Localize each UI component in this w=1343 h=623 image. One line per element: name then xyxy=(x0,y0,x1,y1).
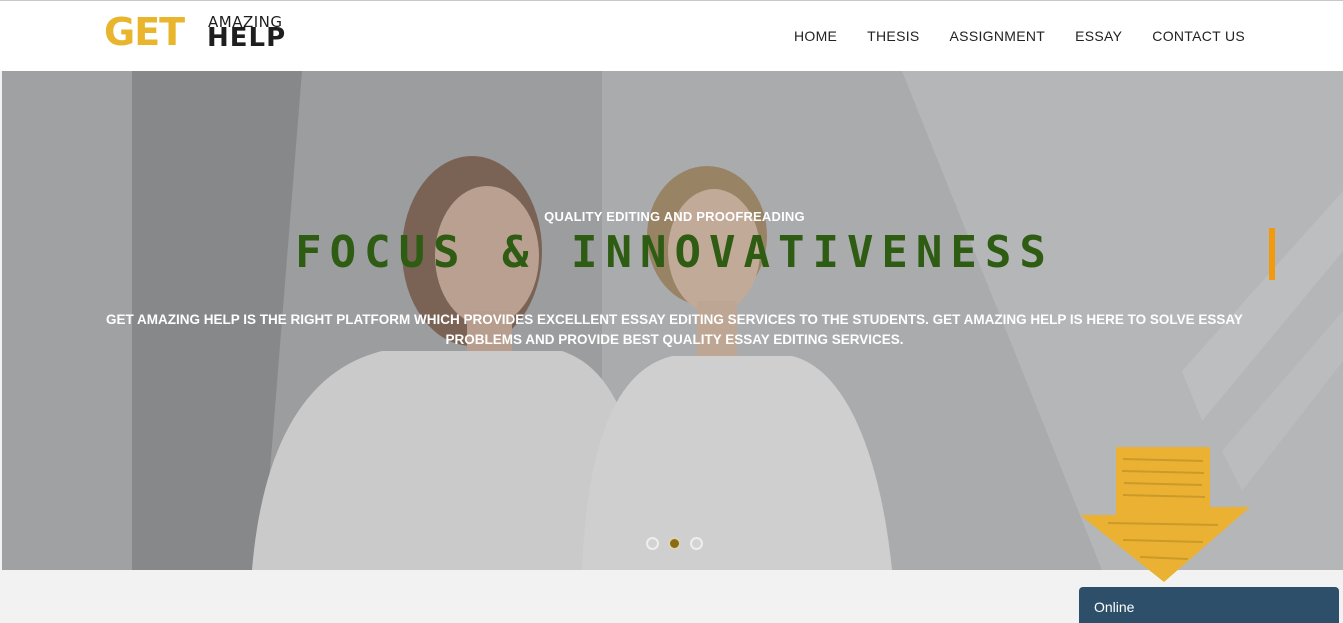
nav-item-assignment[interactable]: ASSIGNMENT xyxy=(950,27,1046,45)
live-chat-widget[interactable]: Online xyxy=(1079,587,1339,623)
main-nav: HOME THESIS ASSIGNMENT ESSAY CONTACT US xyxy=(794,27,1245,45)
nav-item-home[interactable]: HOME xyxy=(794,27,837,45)
site-header: GET AMAZING HELP HOME THESIS ASSIGNMENT … xyxy=(0,1,1343,71)
typing-cursor xyxy=(1269,228,1275,280)
nav-item-contact-us[interactable]: CONTACT US xyxy=(1152,27,1245,45)
slider-dot-1[interactable] xyxy=(646,537,659,550)
slider-dot-3[interactable] xyxy=(690,537,703,550)
chat-status-label: Online xyxy=(1094,599,1135,615)
site-logo[interactable]: GET AMAZING HELP xyxy=(104,10,304,55)
slider-dot-2[interactable] xyxy=(668,537,681,550)
logo-get-text: GET xyxy=(104,10,185,54)
logo-help-text: HELP xyxy=(207,23,287,53)
hero-description: GET AMAZING HELP IS THE RIGHT PLATFORM W… xyxy=(106,312,1243,347)
nav-item-thesis[interactable]: THESIS xyxy=(867,27,919,45)
slider-dots xyxy=(646,537,703,550)
hero-kicker: QUALITY EDITING AND PROOFREADING xyxy=(544,209,805,224)
nav-item-essay[interactable]: ESSAY xyxy=(1075,27,1122,45)
hero-headline: FOCUS & INNOVATIVENESS xyxy=(295,227,1054,278)
hand-drawn-down-arrow-icon xyxy=(1080,447,1250,582)
